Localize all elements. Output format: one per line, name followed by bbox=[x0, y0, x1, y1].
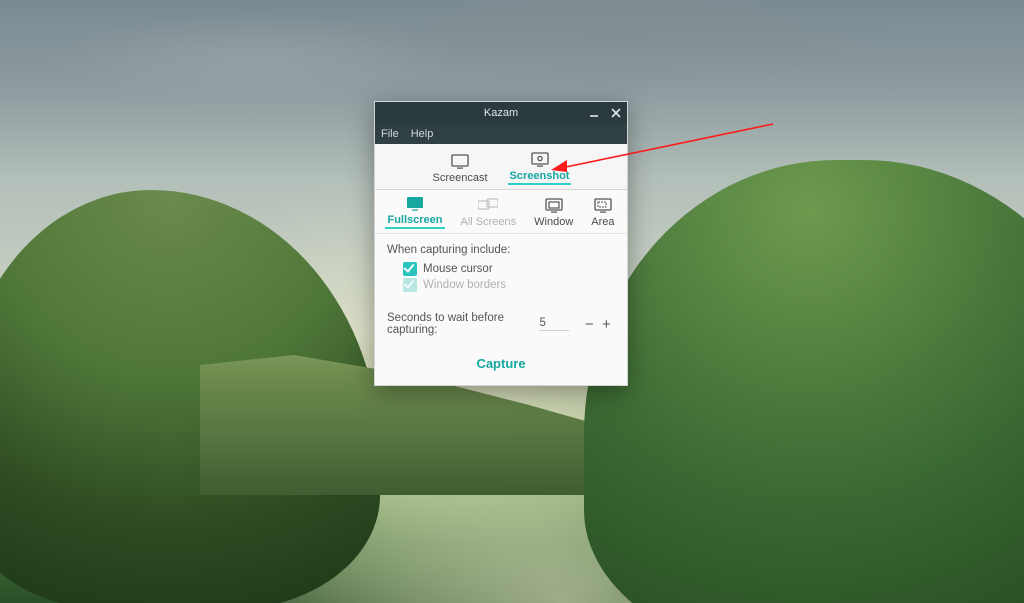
timer-decrement-button[interactable]: − bbox=[581, 314, 598, 334]
target-window[interactable]: Window bbox=[532, 197, 575, 229]
menubar: File Help bbox=[375, 124, 627, 144]
checkbox-icon bbox=[403, 262, 417, 276]
option-mouse-cursor-label: Mouse cursor bbox=[423, 263, 493, 275]
mode-screenshot-label: Screenshot bbox=[508, 171, 572, 185]
options-panel: When capturing include: Mouse cursor Win… bbox=[375, 234, 627, 340]
titlebar[interactable]: Kazam bbox=[375, 102, 627, 124]
checkbox-icon bbox=[403, 278, 417, 292]
target-fullscreen-label: Fullscreen bbox=[385, 215, 444, 229]
target-window-label: Window bbox=[532, 217, 575, 229]
target-fullscreen[interactable]: Fullscreen bbox=[385, 195, 444, 229]
mode-screencast-label: Screencast bbox=[431, 173, 490, 185]
menu-help[interactable]: Help bbox=[411, 128, 434, 140]
mode-toolbar: Screencast Screenshot bbox=[375, 144, 627, 190]
capture-button[interactable]: Capture bbox=[375, 340, 627, 385]
option-mouse-cursor[interactable]: Mouse cursor bbox=[403, 262, 615, 276]
target-toolbar: Fullscreen All Screens Window Area bbox=[375, 190, 627, 234]
target-area-label: Area bbox=[589, 217, 616, 229]
timer-increment-button[interactable]: + bbox=[598, 314, 615, 334]
target-area[interactable]: Area bbox=[589, 197, 616, 229]
close-icon[interactable] bbox=[609, 106, 623, 120]
minimize-icon[interactable] bbox=[587, 106, 601, 120]
option-window-borders-label: Window borders bbox=[423, 279, 506, 291]
options-section-label: When capturing include: bbox=[387, 244, 615, 256]
window-title: Kazam bbox=[484, 107, 518, 119]
kazam-window: Kazam File Help Screencast bbox=[374, 101, 628, 386]
fullscreen-icon bbox=[405, 195, 425, 213]
timer-value[interactable]: 5 bbox=[539, 317, 568, 331]
target-all-screens-label: All Screens bbox=[459, 217, 519, 229]
desktop-wallpaper: Kazam File Help Screencast bbox=[0, 0, 1024, 603]
mode-screenshot[interactable]: Screenshot bbox=[508, 151, 572, 189]
menu-file[interactable]: File bbox=[381, 128, 399, 140]
all-screens-icon bbox=[478, 197, 498, 215]
timer-row: Seconds to wait before capturing: 5 − + bbox=[387, 312, 615, 336]
window-icon bbox=[544, 197, 564, 215]
timer-label: Seconds to wait before capturing: bbox=[387, 312, 533, 336]
screencast-icon bbox=[450, 153, 470, 171]
mode-screencast[interactable]: Screencast bbox=[431, 153, 490, 189]
screenshot-icon bbox=[530, 151, 550, 169]
option-window-borders: Window borders bbox=[403, 278, 615, 292]
target-all-screens: All Screens bbox=[459, 197, 519, 229]
area-icon bbox=[593, 197, 613, 215]
